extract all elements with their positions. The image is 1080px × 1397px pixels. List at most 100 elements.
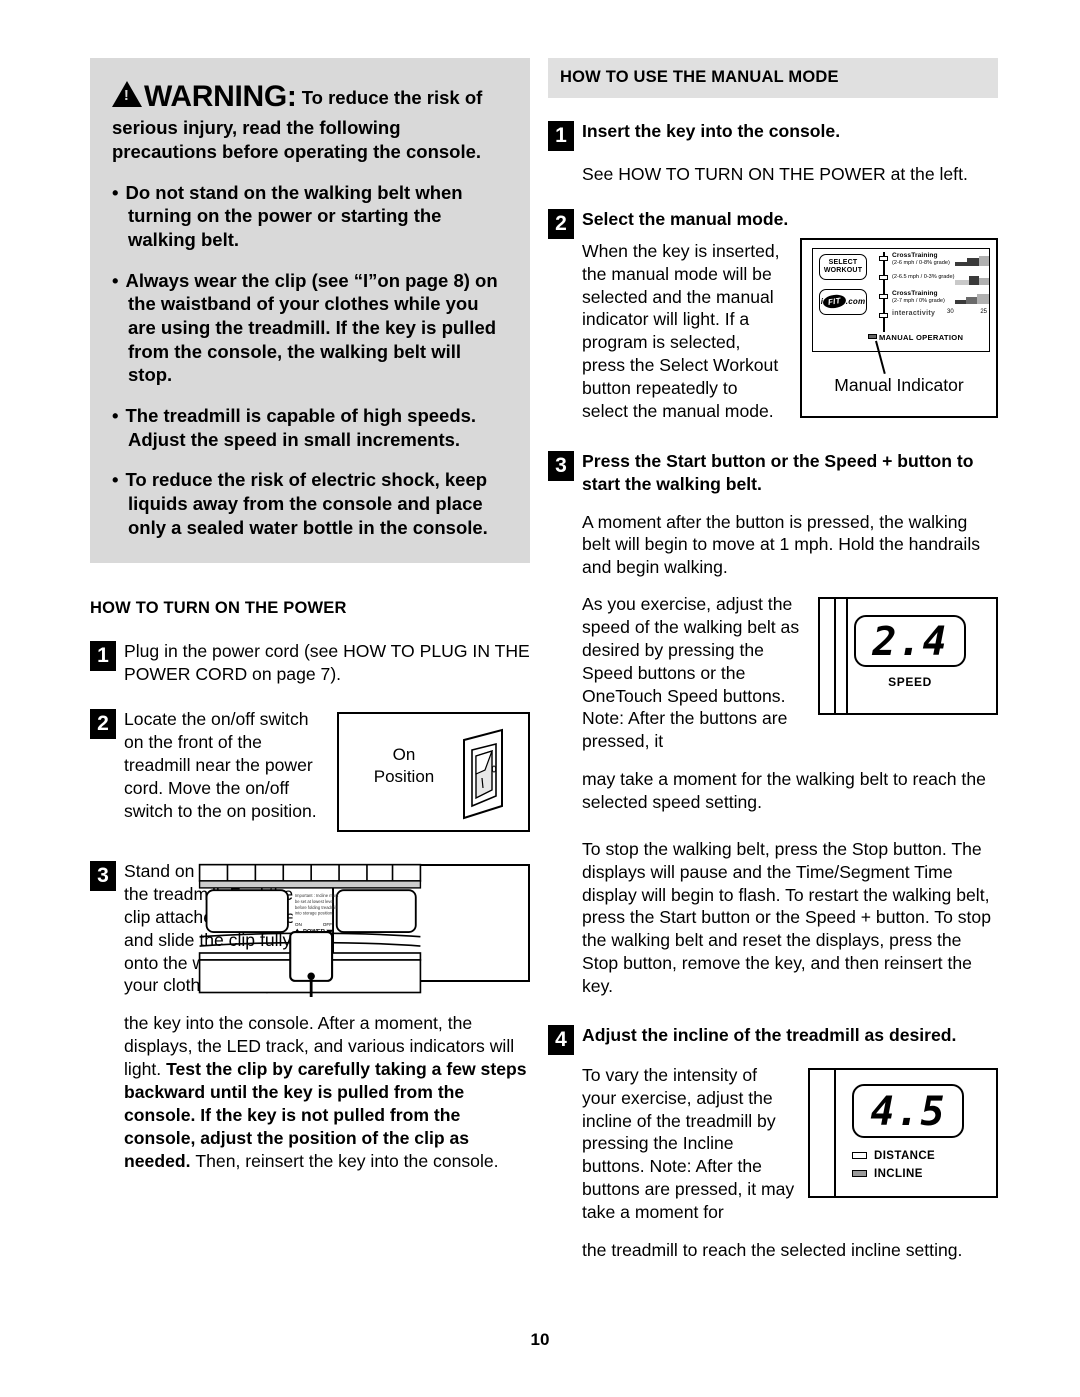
left-column: WARNING: To reduce the risk of serious i… [90,58,530,1172]
manual-step-1: 1 Insert the key into the console. [548,120,998,151]
section-heading-power: HOW TO TURN ON THE POWER [90,599,347,618]
manual-step-2: 2 Select the manual mode. [548,208,998,239]
distance-label: DISTANCE [874,1149,936,1162]
program-led [879,293,888,299]
program-detail: (2-6 mph / 0-8% grade) [892,259,950,266]
distance-led-row: DISTANCE [852,1150,935,1162]
incline-readout: 4.5 [852,1083,964,1138]
manual-step-2-content: SELECT WORKOUT iFIT.com CrossTraining (2… [548,236,998,424]
right-column: HOW TO USE THE MANUAL MODE 1 Insert the … [548,58,998,1262]
manual-step-3-body-2-cont: may take a moment for the walking belt t… [582,769,986,813]
svg-text:Important : Incline must: Important : Incline must [332,893,339,898]
on-off-switch-figure: On Position [337,712,530,833]
manual-step-3: 3 Press the Start button or the Speed + … [548,450,998,496]
warning-bullet: To reduce the risk of electric shock, ke… [112,468,508,539]
panel-divider [834,599,836,714]
power-step-3-continued: the key into the console. After a moment… [90,1012,530,1172]
manual-step-4-body-cont: the treadmill to reach the selected incl… [582,1239,963,1260]
speed-caption: SPEED [888,675,932,690]
manual-step-4-body: To vary the intensity of your exercise, … [582,1064,795,1223]
svg-text:be set at lowest level: be set at lowest level [332,899,334,904]
leader-line [875,340,886,374]
manual-step-3-body-1: A moment after the button is pressed, th… [582,511,981,578]
incline-label: INCLINE [874,1167,923,1180]
program-row: (2-6.5 mph / 0-3% grade) [879,271,989,290]
program-row: CrossTraining (2-6 mph / 0-8% grade) [879,251,989,271]
program-profile-graph [955,275,989,285]
warning-bullet: Always wear the clip (see “I”on page 8) … [112,269,508,387]
warning-colon: : [286,80,297,113]
step3-end-text: Then, reinsert the key into the console. [195,1150,499,1171]
speed-readout: 2.4 [854,615,966,668]
treadmill-base-drawing: Important : Incline must be set at lowes… [198,864,422,998]
power-step-1: 1 Plug in the power cord (see HOW TO PLU… [90,640,530,686]
manual-step-3-speed-block: 2.4 SPEED As you exercise, adjust the sp… [548,593,998,753]
distance-led-icon [852,1152,867,1160]
program-profile-graph [955,255,989,266]
manual-step-3-body-2: As you exercise, adjust the speed of the… [582,594,800,752]
select-workout-button[interactable]: SELECT WORKOUT [819,253,867,280]
panel-divider [846,599,848,714]
interactivity-label: interactivity [892,309,936,317]
step-number-badge: 1 [90,641,116,672]
program-name: CrossTraining [892,289,938,297]
program-row: CrossTraining (2-7 mph / 0% grade) [879,289,989,309]
manual-indicator-caption: Manual Indicator [834,374,964,395]
page-number: 10 [530,1330,550,1349]
manual-step-1-body: See HOW TO TURN ON THE POWER at the left… [582,164,968,184]
program-profile-graph [955,293,989,304]
incline-led-row: INCLINE [852,1168,923,1180]
power-step-2: 2 On Position Locate the on/off switch o… [90,708,530,838]
manual-step-2-body: When the key is inserted, the manual mod… [582,240,780,421]
program-led [879,274,888,280]
step-number-badge: 3 [548,450,574,481]
step-title: Press the Start button or the Speed + bu… [582,450,974,494]
ifit-com-button[interactable]: iFIT.com [819,288,867,315]
manual-operation-label: MANUAL OPERATION [879,332,964,342]
step-number-badge: 2 [548,208,574,239]
manual-step-4: 4 Adjust the incline of the treadmill as… [548,1024,998,1055]
power-step-3: 3 Important: Incline must be set at low… [90,860,530,998]
step-title: Adjust the incline of the treadmill as d… [582,1024,957,1045]
interactivity-row: interactivity 30 25 [879,309,987,328]
program-led [879,312,888,318]
warning-bullet: The treadmill is capable of high speeds.… [112,404,508,451]
switch-figure-label: On Position [373,745,435,787]
console-manual-indicator-figure: SELECT WORKOUT iFIT.com CrossTraining (2… [800,237,998,418]
console-panel: SELECT WORKOUT iFIT.com CrossTraining (2… [812,247,990,374]
step-number-badge: 2 [90,709,116,740]
switch-plate-drawing [463,728,503,820]
ifit-logo-oval: FIT [822,293,847,310]
profile-axis-ticks: 30 25 [947,309,987,315]
warning-label: WARNING [144,80,287,113]
tick-label: 30 [947,308,954,315]
treadmill-base-figure: Important : Incline must be set at lowes… [198,864,530,998]
warning-box: WARNING: To reduce the risk of serious i… [90,58,530,564]
ifit-suffix: .com [845,297,866,307]
program-name: CrossTraining [892,251,938,259]
section-heading-manual-mode: HOW TO USE THE MANUAL MODE [548,58,998,98]
manual-page: WARNING: To reduce the risk of serious i… [0,0,1080,1397]
program-led [879,255,888,261]
incline-led-icon [852,1170,867,1178]
speed-display-figure: 2.4 SPEED [818,597,998,716]
panel-divider [834,1069,836,1196]
step-number-badge: 1 [548,121,574,151]
program-indicator-list: CrossTraining (2-6 mph / 0-8% grade) (2-… [879,251,989,332]
incline-display-figure: 4.5 DISTANCE INCLINE [808,1067,998,1198]
warning-bullet: Do not stand on the walking belt when tu… [112,181,508,252]
program-detail: (2-7 mph / 0% grade) [892,297,945,304]
step-number-badge: 4 [548,1024,574,1055]
manual-operation-led [868,333,877,339]
svg-text:into storage position.: into storage position. [332,911,333,916]
tick-label: 25 [980,308,987,315]
warning-bullet-list: Do not stand on the walking belt when tu… [112,181,508,540]
manual-step-4-incline-block: 4.5 DISTANCE INCLINE To vary the intensi… [548,1064,998,1224]
step-text: Locate the on/off switch on the front of… [124,709,317,821]
step-title: Select the manual mode. [582,208,789,229]
warning-lead: WARNING: To reduce the risk of serious i… [112,78,508,164]
warning-triangle-icon [112,81,142,107]
manual-step-3-body-3: To stop the walking belt, press the Stop… [582,838,992,997]
svg-text:before folding treadmill: before folding treadmill [332,905,337,910]
program-detail: (2-6.5 mph / 0-3% grade) [892,273,955,280]
